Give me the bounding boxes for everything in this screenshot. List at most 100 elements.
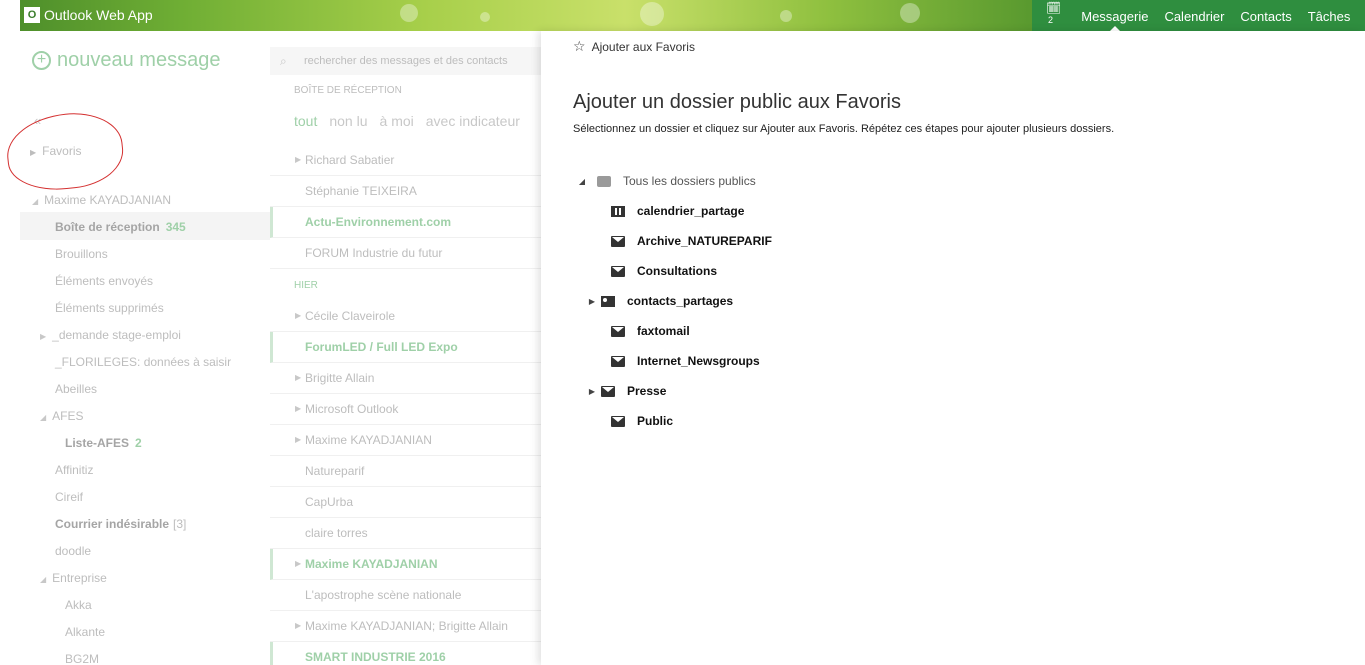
filter-unread[interactable]: non lu xyxy=(329,113,367,129)
calendar-notifications[interactable]: 🗓︎2 xyxy=(1046,1,1061,31)
folder-label: _demande stage-emploi xyxy=(52,328,181,342)
sender: Stéphanie TEIXEIRA xyxy=(305,184,417,198)
mail-folder-icon xyxy=(611,235,625,247)
folder-afes[interactable]: ◢ AFES xyxy=(40,409,84,423)
mail-folder-icon xyxy=(611,325,625,337)
folder-sent[interactable]: Éléments envoyés xyxy=(55,274,153,288)
nav-contacts[interactable]: Contacts xyxy=(1240,0,1291,31)
message-row[interactable]: SMART INDUSTRIE 2016 xyxy=(270,642,541,665)
folder-affinitiz[interactable]: Affinitiz xyxy=(55,463,93,477)
sender: Microsoft Outlook xyxy=(305,402,399,416)
expand-arrow-icon[interactable]: ▶ xyxy=(587,387,597,396)
app-logo[interactable]: O Outlook Web App xyxy=(24,7,153,23)
add-public-folder-dialog: ☆ Ajouter aux Favoris Ajouter un dossier… xyxy=(541,31,1365,665)
expand-arrow-icon[interactable]: ▶ xyxy=(587,297,597,306)
folder-label: faxtomail xyxy=(637,324,690,338)
collapse-arrow-icon[interactable]: ◢ xyxy=(577,177,587,186)
message-row[interactable]: ▶ Richard Sabatier xyxy=(270,145,541,176)
folder-label: Boîte de réception xyxy=(55,220,160,234)
message-row[interactable]: Actu-Environnement.com xyxy=(270,207,541,238)
search-icon: ⌕ xyxy=(280,54,287,68)
sender: Brigitte Allain xyxy=(305,371,375,385)
message-row[interactable]: ▶ Brigitte Allain xyxy=(270,363,541,394)
tree-item-public[interactable]: Public xyxy=(601,411,673,431)
sender: ForumLED / Full LED Expo xyxy=(305,340,458,354)
message-row[interactable]: ForumLED / Full LED Expo xyxy=(270,332,541,363)
folder-bg2m[interactable]: BG2M xyxy=(65,652,99,665)
folder-demande-stage[interactable]: ▶ _demande stage-emploi xyxy=(40,328,181,342)
folder-deleted[interactable]: Éléments supprimés xyxy=(55,301,164,315)
folder-label: Consultations xyxy=(637,264,717,278)
folder-akka[interactable]: Akka xyxy=(65,598,92,612)
expand-arrow-icon: ▶ xyxy=(40,332,47,341)
inbox-header: BOÎTE DE RÉCEPTION xyxy=(294,85,402,96)
expand-arrow-icon: ▶ xyxy=(295,435,302,444)
message-row[interactable]: Stéphanie TEIXEIRA xyxy=(270,176,541,207)
new-message-button[interactable]: + nouveau message xyxy=(32,49,220,72)
unread-count: 345 xyxy=(165,220,186,234)
message-row[interactable]: ▶ Cécile Claveirole xyxy=(270,301,541,332)
expand-arrow-icon: ▶ xyxy=(295,621,302,630)
nav-taches[interactable]: Tâches xyxy=(1308,0,1351,31)
search-input[interactable]: ⌕ rechercher des messages et des contact… xyxy=(270,47,541,75)
folder-drafts[interactable]: Brouillons xyxy=(55,247,108,261)
message-row[interactable]: L'apostrophe scène nationale xyxy=(270,580,541,611)
tree-item-contacts-partages[interactable]: ▶ contacts_partages xyxy=(589,291,734,311)
folder-label: contacts_partages xyxy=(627,294,734,308)
top-banner: O Outlook Web App 🗓︎2 Messagerie Calendr… xyxy=(20,0,1365,31)
nav-calendrier[interactable]: Calendrier xyxy=(1164,0,1224,31)
expand-arrow-icon: ▶ xyxy=(295,373,302,382)
tree-item-faxtomail[interactable]: faxtomail xyxy=(601,321,690,341)
tree-item-presse[interactable]: ▶ Presse xyxy=(589,381,667,401)
filter-all[interactable]: tout xyxy=(294,113,317,129)
message-row[interactable]: ▶ Microsoft Outlook xyxy=(270,394,541,425)
tree-item-archive-natureparif[interactable]: Archive_NATUREPARIF xyxy=(601,231,772,251)
folder-cireif[interactable]: Cireif xyxy=(55,490,83,504)
folder-entreprise[interactable]: ◢ Entreprise xyxy=(40,571,107,585)
folder-label: Archive_NATUREPARIF xyxy=(637,234,772,248)
folder-label: calendrier_partage xyxy=(637,204,745,218)
account-node[interactable]: ◢ Maxime KAYADJANIAN xyxy=(32,193,171,207)
sender: Richard Sabatier xyxy=(305,153,395,167)
sender: Maxime KAYADJANIAN; Brigitte Allain xyxy=(305,619,508,633)
filter-flagged[interactable]: avec indicateur xyxy=(426,113,520,129)
folder-inbox[interactable]: Boîte de réception 345 xyxy=(55,220,186,234)
message-row[interactable]: CapUrba xyxy=(270,487,541,518)
folder-alkante[interactable]: Alkante xyxy=(65,625,105,639)
top-nav: 🗓︎2 Messagerie Calendrier Contacts Tâche… xyxy=(1032,0,1365,31)
message-row[interactable]: ▶ Maxime KAYADJANIAN; Brigitte Allain xyxy=(270,611,541,642)
filter-to-me[interactable]: à moi xyxy=(380,113,414,129)
folder-florileges[interactable]: _FLORILEGES: données à saisir xyxy=(55,355,231,369)
add-to-favorites-button[interactable]: ☆ Ajouter aux Favoris xyxy=(573,38,695,55)
app-title: Outlook Web App xyxy=(44,7,153,23)
message-row[interactable]: Natureparif xyxy=(270,456,541,487)
folder-label: Presse xyxy=(627,384,667,398)
folder-abeilles[interactable]: Abeilles xyxy=(55,382,97,396)
tree-item-consultations[interactable]: Consultations xyxy=(601,261,717,281)
annotation-circle xyxy=(3,108,127,195)
folder-label: AFES xyxy=(52,409,84,423)
message-row[interactable]: ▶ Maxime KAYADJANIAN xyxy=(270,549,541,580)
sender: FORUM Industrie du futur xyxy=(305,246,443,260)
outlook-window: O Outlook Web App 🗓︎2 Messagerie Calendr… xyxy=(0,0,1365,665)
folder-label: Public xyxy=(637,414,674,428)
unread-count: 2 xyxy=(135,436,142,450)
dialog-title: Ajouter un dossier public aux Favoris xyxy=(573,91,901,113)
tree-root-all-public-folders[interactable]: ◢ Tous les dossiers publics xyxy=(577,171,756,191)
group-header-yesterday: HIER xyxy=(294,280,318,291)
expand-arrow-icon: ▶ xyxy=(295,559,302,568)
calendar-badge: 2 xyxy=(1048,14,1054,25)
nav-messagerie[interactable]: Messagerie xyxy=(1081,0,1148,31)
tree-item-calendrier-partage[interactable]: calendrier_partage xyxy=(601,201,744,221)
tree-item-internet-newsgroups[interactable]: Internet_Newsgroups xyxy=(601,351,760,371)
mail-folder-icon xyxy=(611,265,625,277)
folder-junk[interactable]: Courrier indésirable [3] xyxy=(55,517,186,531)
sender: Cécile Claveirole xyxy=(305,309,396,323)
message-row[interactable]: claire torres xyxy=(270,518,541,549)
mail-folder-icon xyxy=(611,415,625,427)
folder-doodle[interactable]: doodle xyxy=(55,544,91,558)
message-row[interactable]: ▶ Maxime KAYADJANIAN xyxy=(270,425,541,456)
tree-root-label: Tous les dossiers publics xyxy=(623,174,756,188)
folder-liste-afes[interactable]: Liste-AFES 2 xyxy=(65,436,142,450)
message-row[interactable]: FORUM Industrie du futur xyxy=(270,238,541,269)
